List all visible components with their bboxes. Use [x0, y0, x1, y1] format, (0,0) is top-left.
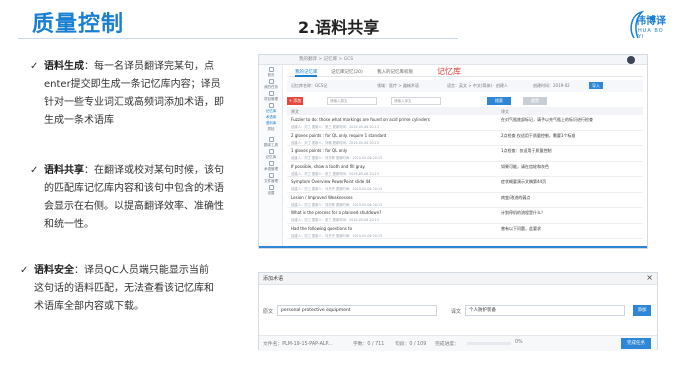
search-button[interactable]: 搜索: [487, 97, 511, 105]
target-label: 译文: [451, 309, 462, 315]
filter-bar: 记忆库名称：GCS记 领域：医疗 > 器械术语 语言：英文 > 中文(简体) ·…: [287, 80, 643, 92]
finish-task-button[interactable]: 完成任务: [621, 338, 651, 349]
filter-domain: 领域：医疗 > 器械术语: [377, 83, 419, 88]
reset-button[interactable]: 重置: [523, 97, 547, 105]
bullet-term: 语料安全: [34, 265, 74, 276]
toolbar: + 添加 请输入原文 请输入译文 搜索 重置: [287, 95, 643, 107]
taskbar-strip: [259, 246, 647, 248]
company-logo: 伟博译 HUA BO YI: [626, 8, 672, 48]
bullet-term: 语料生成: [44, 61, 84, 72]
task-icon: [268, 79, 274, 84]
add-term-dialog: 添加术语 × 原文 personal protective equipment …: [258, 272, 658, 351]
target-search-input[interactable]: 请输入译文: [391, 97, 441, 105]
progress-value: 0%: [515, 340, 523, 345]
database-icon: [268, 103, 274, 108]
memory-list-screenshot: 我的翻译 > 记忆库 > GCS 首页 我的任务 项目管理 记忆库 术语库 语料…: [258, 54, 648, 249]
bullet-corpus-security: ✓ 语料安全：译员QC人员端只能显示当前 这句话的语料匹配，无法查看该记忆库和 …: [20, 262, 244, 316]
table-row[interactable]: 1 gloves points : for QL only 创建人：刘工 更新人：…: [287, 146, 643, 162]
table-header: 原文 译文: [287, 107, 643, 115]
source-search-input[interactable]: 请输入原文: [327, 97, 377, 105]
bullet-corpus-generation: ✓ 语料生成：每一名译员翻译完某句，点 enter提交即生成一条记忆库内容；译员…: [30, 58, 244, 130]
check-icon: ✓: [20, 265, 29, 276]
folder-icon: [268, 91, 274, 96]
progress-label: 完成进度：: [435, 342, 459, 347]
filter-created: 创建时间：2019-02: [533, 83, 570, 88]
table-row[interactable]: 2 gloves points : for QL only. require 1…: [287, 131, 643, 146]
segment-count: 句段：0 / 109: [395, 342, 427, 347]
add-button[interactable]: + 添加: [287, 97, 303, 105]
tab-memory-records[interactable]: 记忆库记忆(20): [331, 69, 363, 75]
dialog-header: 添加术语 ×: [259, 273, 657, 285]
memory-main: 我的记忆库 记忆库记忆(20) 我入的记忆库权限 记忆库 记忆库名称：GCS记 …: [287, 67, 643, 248]
sidebar-item-corpus[interactable]: 语料库: [261, 121, 281, 126]
memory-rows: Fuzzier to do: those what markings are f…: [287, 115, 643, 239]
section-title: 2.语料共享: [298, 18, 380, 37]
memory-tabs: 我的记忆库 记忆库记忆(20) 我入的记忆库权限 记忆库: [287, 67, 643, 77]
tool-icon: [268, 137, 274, 142]
check-icon: ✓: [30, 165, 39, 176]
book-icon: [268, 149, 274, 154]
sidebar-item-projects[interactable]: 项目管理: [261, 91, 281, 102]
gear-icon: [268, 185, 274, 190]
file-name: 文件名：PLM-19-15-PAP-ALP...: [263, 342, 333, 347]
logo-subtext: HUA BO YI: [638, 28, 664, 40]
import-button[interactable]: 导入: [589, 82, 603, 89]
bullet-term: 语料共享: [44, 165, 84, 176]
dialog-footer: 文件名：PLM-19-15-PAP-ALP... 字数：0 / 711 句段：0…: [259, 335, 657, 351]
sidebar-item-settings[interactable]: 设置: [261, 185, 281, 196]
tab-memory-permissions[interactable]: 我入的记忆库权限: [377, 69, 413, 75]
active-tab-underline: [295, 75, 317, 77]
avatar[interactable]: [627, 56, 635, 64]
table-row[interactable]: If possible, show a tooth and fill gray.…: [287, 162, 643, 177]
char-count: 字数：0 / 711: [353, 342, 385, 347]
title-divider: [18, 38, 458, 39]
filter-language: 语言：英文 > 中文(简体) · 创建人: [447, 83, 508, 88]
table-row[interactable]: Symptom Overview PowerPoint slide 44 创建人：…: [287, 177, 643, 193]
bullet-corpus-sharing: ✓ 语料共享：在翻译或校对某句时候，该句 的匹配库记忆库内容和该句中包含的术语 …: [30, 162, 244, 234]
sidebar-item-files[interactable]: 文件管理: [261, 173, 281, 184]
sidebar-item-terms[interactable]: 术语管理: [261, 161, 281, 172]
file-icon: [268, 173, 274, 178]
filter-memory-name: 记忆库名称：GCS记: [291, 83, 328, 88]
table-row[interactable]: What is the process for a planned shutdo…: [287, 208, 643, 224]
sidebar-item-qa[interactable]: 质检: [261, 127, 281, 132]
breadcrumb: 我的翻译 > 记忆库 > GCS: [299, 57, 354, 62]
sidebar-item-tasks[interactable]: 我的任务: [261, 79, 281, 90]
sidebar-item-tools[interactable]: 翻译工具: [261, 137, 281, 148]
sidebar-item-memory[interactable]: 记忆库: [261, 103, 281, 114]
close-icon[interactable]: ×: [646, 273, 653, 282]
list-icon: [268, 161, 274, 166]
source-term-input[interactable]: personal protective equipment: [277, 305, 437, 316]
memory-annotation: 记忆库: [437, 67, 461, 76]
target-term-input[interactable]: 个人防护装备: [465, 305, 625, 316]
sidebar-item-home[interactable]: 首页: [261, 67, 281, 78]
table-row[interactable]: Fuzzier to do: those what markings are f…: [287, 115, 643, 131]
source-label: 原文: [263, 309, 274, 315]
home-icon: [268, 67, 274, 72]
app-sidebar: 首页 我的任务 项目管理 记忆库 术语库 语料库 质检 翻译工具 记忆库 术语管…: [259, 65, 283, 248]
progress-bar: [467, 342, 511, 345]
add-term-button[interactable]: 添加: [633, 305, 651, 316]
sidebar-item-memory-2[interactable]: 记忆库: [261, 149, 281, 160]
dialog-title: 添加术语: [263, 276, 284, 282]
logo-text: 伟博译: [636, 16, 666, 27]
table-row[interactable]: Had the following questions to 创建人：刘工 更新人…: [287, 224, 643, 239]
slide-title: 质量控制: [32, 12, 125, 37]
sidebar-item-termbase[interactable]: 术语库: [261, 115, 281, 120]
check-icon: ✓: [30, 61, 39, 72]
table-row[interactable]: Lesion / Improved Weaknesses 创建人：刘工 更新人：刘…: [287, 193, 643, 208]
app-topbar: 我的翻译 > 记忆库 > GCS: [259, 55, 647, 65]
